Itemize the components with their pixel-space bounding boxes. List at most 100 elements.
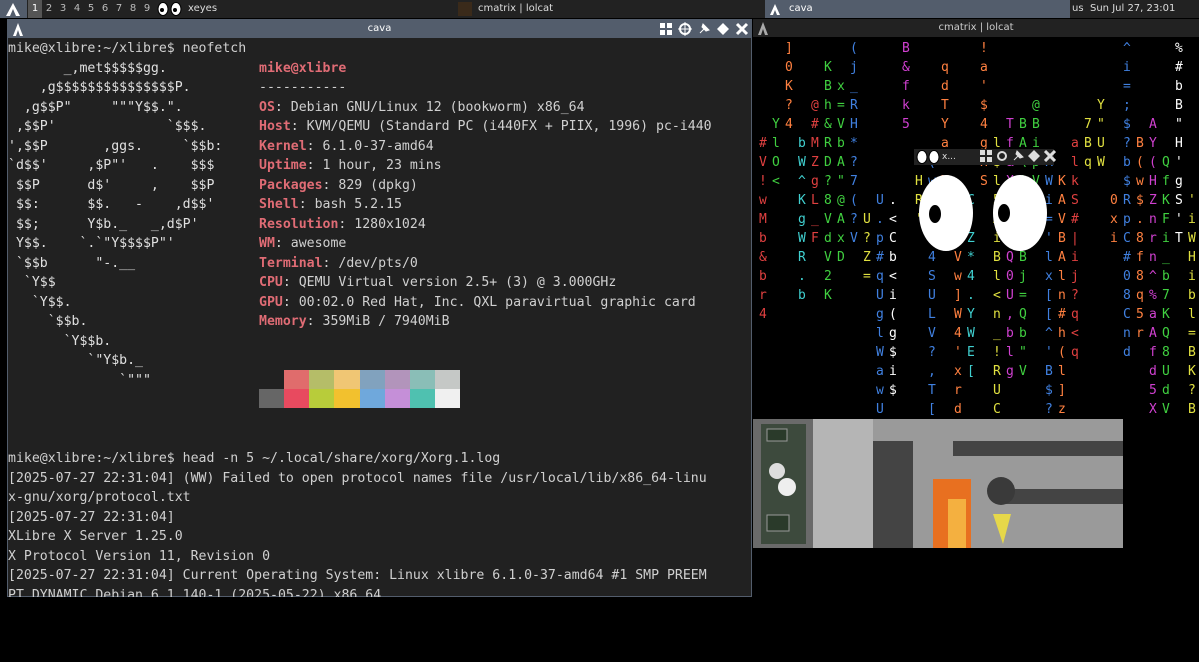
matrix-glyph: 0 — [785, 60, 793, 75]
terminal-window[interactable]: cava mike@xlibre:~/xlibre$ neofetch _,me… — [7, 19, 752, 603]
matrix-glyph: a — [876, 364, 884, 379]
close-icon[interactable] — [1043, 149, 1057, 168]
matrix-glyph: B — [1136, 136, 1144, 151]
matrix-glyph: * — [850, 136, 858, 151]
matrix-glyph: i — [1110, 231, 1118, 246]
matrix-glyph: F — [1162, 212, 1170, 227]
matrix-glyph: ^ — [1045, 326, 1053, 341]
info-colon: : — [298, 197, 315, 212]
xeyes-task-icon[interactable] — [157, 2, 183, 16]
matrix-glyph: ? — [850, 212, 858, 227]
info-key: Terminal — [259, 255, 323, 271]
info-value: 829 (dpkg) — [338, 177, 418, 193]
matrix-glyph: . — [889, 193, 897, 208]
window-titlebar[interactable]: cava — [8, 20, 751, 38]
tag-5[interactable]: 5 — [84, 0, 98, 18]
matrix-glyph: T — [1006, 117, 1014, 132]
matrix-glyph: R — [824, 136, 832, 151]
matrix-glyph: z — [1058, 402, 1066, 417]
matrix-glyph: ? — [1123, 136, 1131, 151]
matrix-glyph: b — [1123, 155, 1131, 170]
matrix-glyph: # — [759, 136, 767, 151]
matrix-glyph: , — [1006, 307, 1014, 322]
matrix-glyph: = — [1123, 79, 1131, 94]
matrix-glyph: h — [1058, 326, 1066, 341]
matrix-glyph: w — [876, 383, 884, 398]
window-titlebar[interactable]: x... — [914, 149, 1057, 168]
maximize-icon[interactable] — [1028, 150, 1040, 168]
matrix-glyph: . — [876, 212, 884, 227]
xeyes-window[interactable]: x... — [914, 149, 1057, 259]
move-icon[interactable] — [996, 150, 1008, 168]
matrix-glyph: W — [954, 307, 962, 322]
matrix-glyph: 7 — [1084, 117, 1092, 132]
matrix-glyph: 0 — [1006, 269, 1014, 284]
matrix-glyph: g — [798, 212, 806, 227]
matrix-glyph: ] — [785, 41, 793, 56]
matrix-glyph: W — [1097, 155, 1105, 170]
tag-7[interactable]: 7 — [112, 0, 126, 18]
matrix-glyph: Y — [1097, 98, 1105, 113]
matrix-glyph: b — [1006, 326, 1014, 341]
matrix-glyph: _ — [1162, 250, 1170, 265]
matrix-glyph: i — [1162, 231, 1170, 246]
floating-icon[interactable] — [659, 22, 673, 36]
info-colon: : — [282, 294, 299, 310]
log-line: X Protocol Version 11, Revision 0 — [8, 548, 271, 564]
close-icon[interactable] — [735, 22, 749, 36]
matrix-glyph: b — [798, 136, 806, 151]
tag-8[interactable]: 8 — [126, 0, 140, 18]
task-cava[interactable]: cava — [765, 0, 1070, 18]
tag-1[interactable]: 1 — [28, 0, 42, 18]
info-key: Shell — [259, 197, 299, 212]
matrix-glyph: a — [980, 60, 988, 75]
info-row-uptime: Uptime: 1 hour, 23 mins — [259, 156, 442, 176]
clock[interactable]: Sun Jul 27, 23:01 — [1090, 0, 1175, 18]
matrix-glyph: T — [941, 98, 949, 113]
matrix-glyph: L — [928, 307, 936, 322]
floating-icon[interactable] — [980, 150, 992, 168]
terminal-output[interactable]: mike@xlibre:~/xlibre$ neofetch _,met$$$$… — [8, 39, 751, 603]
color-swatch — [284, 389, 310, 408]
pin-icon[interactable] — [697, 22, 711, 36]
tag-9[interactable]: 9 — [140, 0, 154, 18]
color-palette-top — [259, 370, 460, 389]
tag-2[interactable]: 2 — [42, 0, 56, 18]
matrix-glyph: V — [1162, 402, 1170, 417]
info-value: KVM/QEMU (Standard PC (i440FX + PIIX, 19… — [306, 119, 712, 134]
move-icon[interactable] — [678, 22, 692, 36]
matrix-glyph: ( — [1058, 345, 1066, 360]
matrix-glyph: b — [798, 288, 806, 303]
matrix-glyph: r — [1149, 231, 1157, 246]
tag-4[interactable]: 4 — [70, 0, 84, 18]
color-swatch — [334, 389, 360, 408]
info-value: 6.1.0-37-amd64 — [322, 138, 434, 154]
matrix-glyph: ] — [1058, 383, 1066, 398]
matrix-glyph: A — [837, 155, 845, 170]
maximize-icon[interactable] — [716, 22, 730, 36]
color-swatch — [259, 370, 285, 389]
color-swatch — [434, 389, 460, 408]
awesome-launcher-icon[interactable] — [0, 0, 27, 18]
keyboard-layout[interactable]: us — [1072, 0, 1084, 18]
pin-icon[interactable] — [1012, 150, 1024, 168]
tag-3[interactable]: 3 — [56, 0, 70, 18]
matrix-glyph: V — [759, 155, 767, 170]
info-value: 1 hour, 23 mins — [322, 158, 442, 173]
window-titlebar[interactable]: cmatrix | lolcat — [753, 19, 1199, 37]
matrix-glyph: @ — [811, 98, 819, 113]
matrix-glyph: ' — [1175, 212, 1183, 227]
matrix-glyph: C — [889, 231, 897, 246]
info-value: Debian GNU/Linux 12 (bookworm) x86_64 — [290, 99, 585, 115]
matrix-glyph: % — [1175, 41, 1183, 56]
matrix-glyph: $ — [980, 98, 988, 113]
ascii-line: Y$$. `.`"Y$$$$P"' — [8, 236, 175, 251]
xeyes-task-label[interactable]: xeyes — [188, 0, 217, 18]
matrix-glyph: n — [1058, 288, 1066, 303]
matrix-glyph: W — [798, 231, 806, 246]
tag-6[interactable]: 6 — [98, 0, 112, 18]
matrix-glyph: i — [889, 288, 897, 303]
color-swatch — [384, 370, 410, 389]
color-palette-bottom — [259, 389, 460, 408]
matrix-glyph: w — [759, 193, 767, 208]
